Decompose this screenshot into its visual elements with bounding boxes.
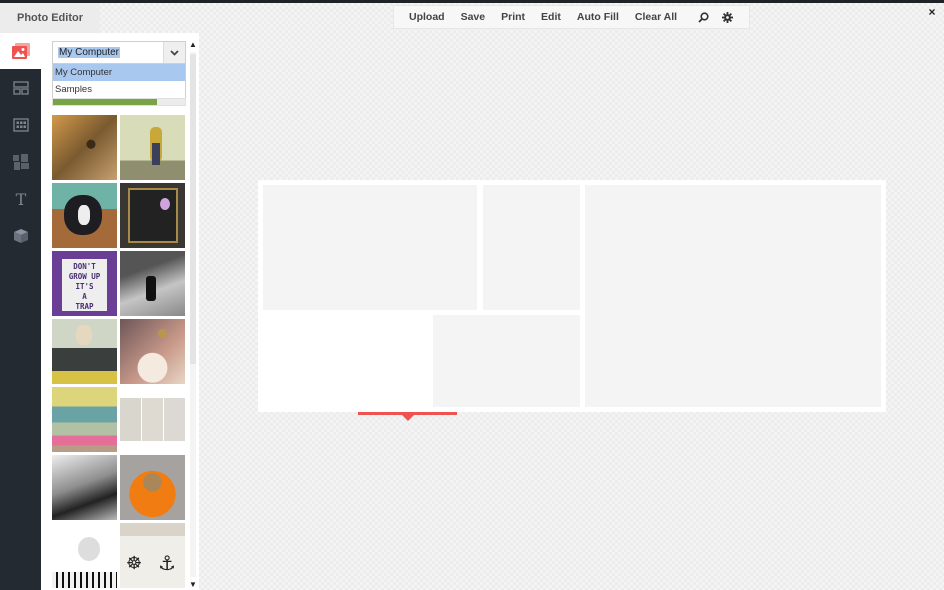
thumbnail-dont-grow-up[interactable]: DON'T GROW UP IT'S A TRAP [52,251,117,316]
close-icon[interactable]: × [926,6,938,18]
thumbnail-puppy[interactable] [52,183,117,248]
chevron-down-icon[interactable] [163,42,185,63]
tool-sidebar: T [0,33,41,590]
sidebar-item-stickers[interactable] [0,217,41,254]
thumbnail-baby-piano[interactable] [52,523,117,588]
gear-icon[interactable] [715,11,739,23]
svg-text:T: T [15,191,26,207]
main-toolbar: Upload Save Print Edit Auto Fill Clear A… [393,5,750,29]
helm-icon: ☸ [126,553,143,573]
thumbnail-chalkboard[interactable] [120,183,185,248]
thumbnail-grid: DON'T GROW UP IT'S A TRAP ☸ ⚓ [52,115,186,588]
clear-all-button[interactable]: Clear All [627,11,685,23]
sidebar-item-patterns[interactable] [0,143,41,180]
source-select[interactable]: My Computer [52,41,186,64]
source-dropdown: My Computer Samples [52,64,186,99]
save-button[interactable]: Save [453,11,494,23]
collage-cell-3[interactable] [585,185,881,407]
thumbnail-dog-dj[interactable] [52,319,117,384]
search-icon[interactable] [691,11,715,23]
option-my-computer[interactable]: My Computer [53,64,185,81]
collage-cell-4[interactable] [433,315,580,407]
collage-canvas [258,180,886,412]
collage-cell-1[interactable] [263,185,477,310]
auto-fill-button[interactable]: Auto Fill [569,11,627,23]
source-select-value: My Computer [58,47,121,58]
thumbnail-i-hope-you-think-of-me[interactable] [120,387,185,452]
print-button[interactable]: Print [493,11,533,23]
image-icon [11,43,30,59]
upload-button[interactable]: Upload [394,11,453,23]
thumbnail-wheel-anchor[interactable]: ☸ ⚓ [120,523,185,588]
tab-photo-editor[interactable]: Photo Editor [0,3,100,33]
sidebar-item-layouts[interactable] [0,69,41,106]
scrollbar-thumb[interactable] [190,54,196,364]
sidebar-item-text[interactable]: T [0,180,41,217]
sidebar-item-photos[interactable] [0,33,41,69]
box-icon [13,228,28,243]
thumbnail-tabby-cat[interactable] [52,115,117,180]
grid-icon [12,117,29,132]
upload-progress-fill [53,99,158,105]
edit-button[interactable]: Edit [533,11,569,23]
anchor-icon: ⚓ [158,553,176,575]
sidebar-item-grids[interactable] [0,106,41,143]
thumbnail-cat-face[interactable] [120,319,185,384]
thumbnail-black-cat-snow[interactable] [120,251,185,316]
thumbnail-child-guitar[interactable] [120,115,185,180]
option-samples[interactable]: Samples [53,81,185,98]
panel-scrollbar[interactable]: ▲ ▼ [188,40,198,590]
layout-icon [12,80,29,95]
thumbnail-cat-orange-hood[interactable] [120,455,185,520]
pattern-icon [12,153,29,170]
mode-tabs: Photo Editor Collage Maker [0,3,457,421]
scroll-up-arrow[interactable]: ▲ [188,40,198,50]
upload-progress-bar [52,98,186,106]
thumbnail-mountains[interactable] [52,387,117,452]
thumbnail-couple[interactable] [52,455,117,520]
photo-panel: My Computer My Computer Samples DON'T GRO… [41,33,199,590]
text-icon: T [15,191,26,207]
scroll-down-arrow[interactable]: ▼ [188,580,198,590]
collage-cell-2[interactable] [483,185,580,310]
